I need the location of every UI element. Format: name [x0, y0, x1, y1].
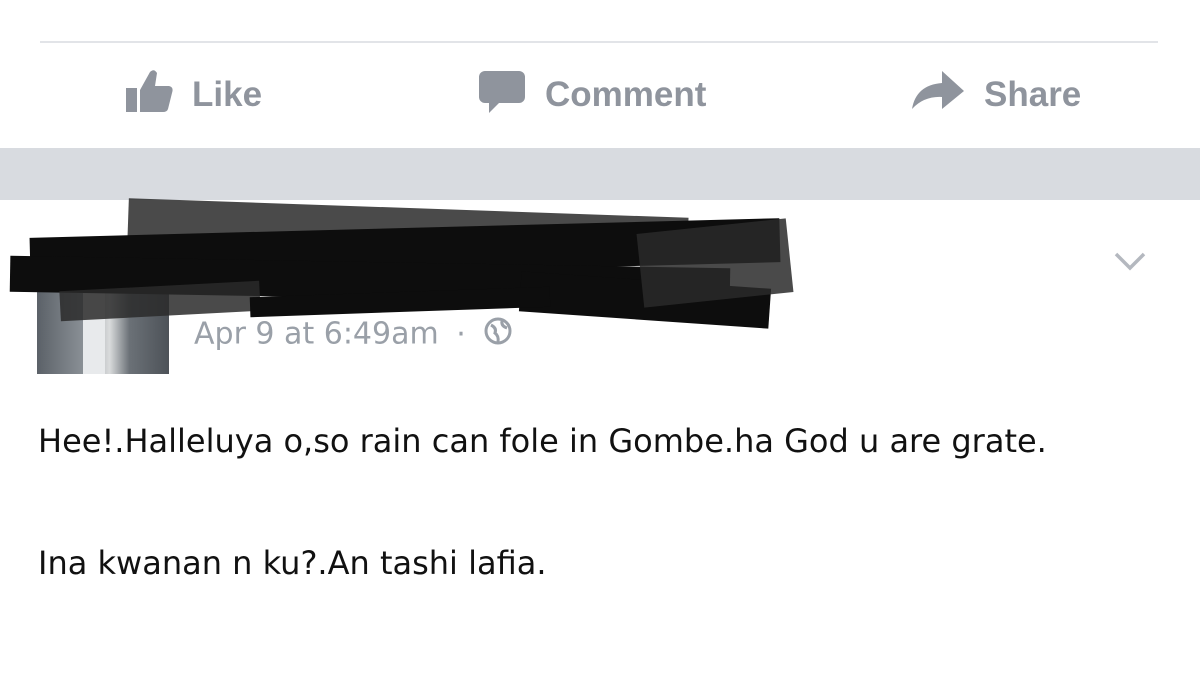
- divider: [40, 41, 1158, 43]
- post-timestamp[interactable]: Apr 9 at 6:49am: [194, 317, 439, 352]
- share-label: Share: [984, 75, 1082, 114]
- comment-label: Comment: [545, 75, 707, 114]
- post-text: Hee!.Halleluya o,so rain can fole in Gom…: [38, 410, 1158, 594]
- post-paragraph: Hee!.Halleluya o,so rain can fole in Gom…: [38, 422, 1047, 460]
- comment-icon: [477, 67, 527, 124]
- action-bar: Like Comment Share: [0, 60, 1200, 130]
- feed-separator: [0, 148, 1200, 200]
- share-button[interactable]: Share: [910, 60, 1081, 130]
- post-paragraph: Ina kwanan n ku?.An tashi lafia.: [38, 544, 547, 582]
- like-label: Like: [192, 75, 263, 114]
- post-meta: Apr 9 at 6:49am ·: [194, 316, 513, 354]
- meta-separator: ·: [456, 316, 466, 352]
- comment-button[interactable]: Comment: [477, 60, 706, 130]
- previous-post-card: Like Comment Share: [0, 0, 1200, 148]
- like-button[interactable]: Like: [124, 60, 262, 130]
- share-arrow-icon: [910, 69, 966, 122]
- thumbs-up-icon: [124, 68, 174, 123]
- globe-icon[interactable]: [483, 316, 513, 354]
- chevron-down-icon[interactable]: [1112, 248, 1148, 274]
